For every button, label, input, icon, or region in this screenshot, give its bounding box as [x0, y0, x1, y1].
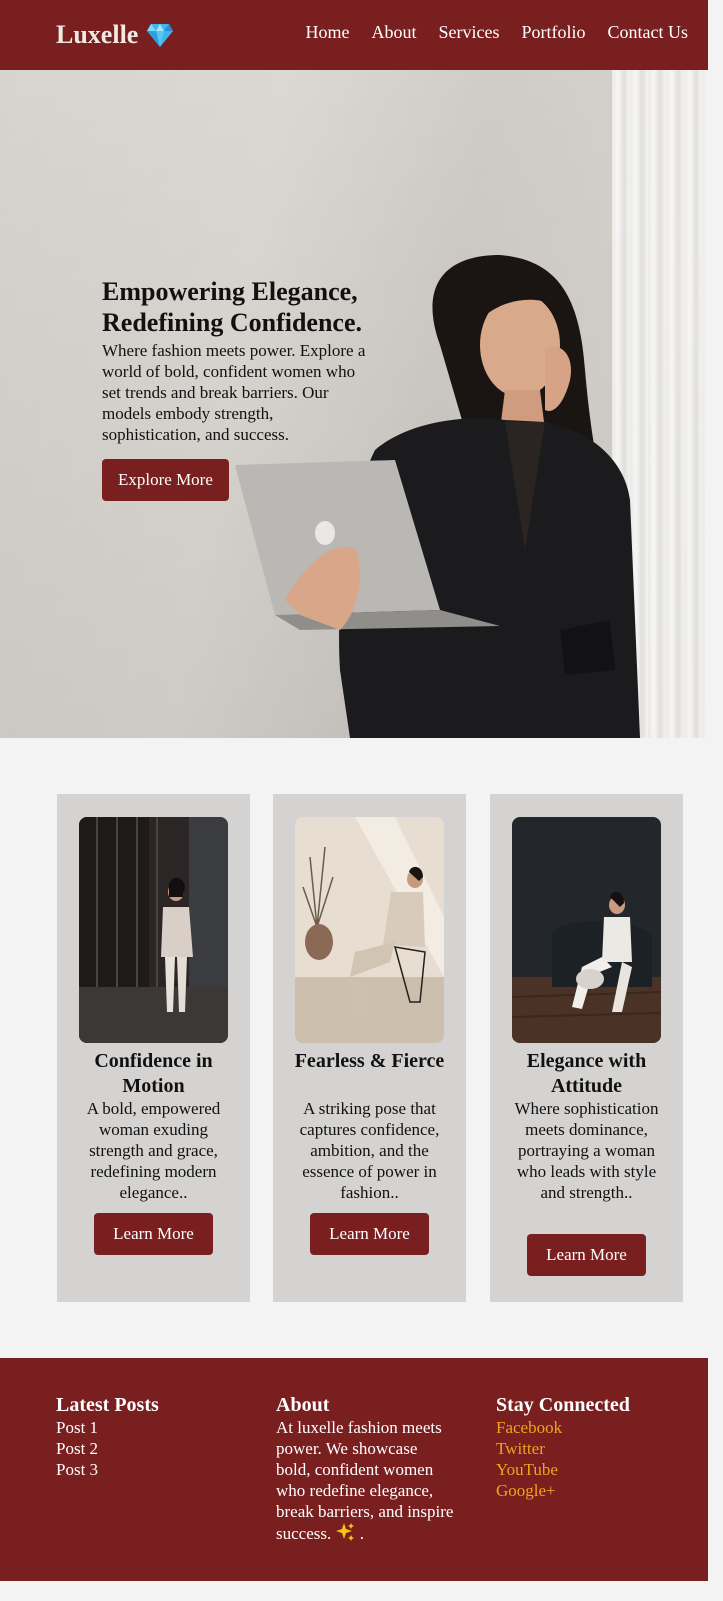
hero-text: Where fashion meets power. Explore a wor…	[102, 341, 366, 444]
youtube-link[interactable]: YouTube	[496, 1459, 630, 1480]
logo[interactable]: Luxelle	[56, 20, 174, 50]
about-text-block: At luxelle fashion meets power. We showc…	[276, 1417, 456, 1544]
sparkles-icon	[335, 1523, 359, 1543]
footer-stay-connected: Stay Connected Facebook Twitter YouTube …	[496, 1393, 630, 1501]
about-text: At luxelle fashion meets power. We showc…	[276, 1418, 454, 1543]
nav-contact[interactable]: Contact Us	[608, 22, 689, 43]
footer-about: About At luxelle fashion meets power. We…	[276, 1393, 456, 1544]
footer: Latest Posts Post 1 Post 2 Post 3 About …	[0, 1358, 708, 1581]
latest-posts-heading: Latest Posts	[56, 1394, 159, 1416]
nav-services[interactable]: Services	[439, 22, 500, 43]
gem-icon	[146, 22, 174, 48]
google-plus-link[interactable]: Google+	[496, 1480, 630, 1501]
card-description: A bold, empowered woman exuding strength…	[86, 1099, 221, 1202]
card-image	[79, 817, 228, 1043]
learn-more-button[interactable]: Learn More	[527, 1234, 646, 1276]
learn-more-button[interactable]: Learn More	[310, 1213, 429, 1255]
brand-name: Luxelle	[56, 20, 139, 49]
nav-menu: Home About Services Portfolio Contact Us	[306, 22, 689, 43]
facebook-link[interactable]: Facebook	[496, 1417, 630, 1438]
card-description: Where sophistication meets dominance, po…	[514, 1099, 659, 1202]
card-image	[512, 817, 661, 1043]
hero-content: Empowering Elegance, Redefining Confiden…	[102, 276, 372, 501]
hero-section: Empowering Elegance, Redefining Confiden…	[0, 70, 708, 738]
card-image	[295, 817, 444, 1043]
about-heading: About	[276, 1394, 330, 1416]
card-confidence-in-motion: Confidence in Motion A bold, empowered w…	[57, 794, 250, 1302]
post-link-1[interactable]: Post 1	[56, 1417, 159, 1438]
learn-more-button[interactable]: Learn More	[94, 1213, 213, 1255]
hero-title: Empowering Elegance, Redefining Confiden…	[102, 277, 362, 337]
nav-portfolio[interactable]: Portfolio	[521, 22, 585, 43]
card-elegance-with-attitude: Elegance with Attitude Where sophisticat…	[490, 794, 683, 1302]
card-fearless-and-fierce: Fearless & Fierce A striking pose that c…	[273, 794, 466, 1302]
stay-connected-heading: Stay Connected	[496, 1394, 630, 1416]
navbar: Luxelle Home About Services Portfolio Co…	[0, 0, 708, 70]
about-suffix: .	[359, 1524, 364, 1543]
card-title: Confidence in Motion	[94, 1050, 213, 1097]
nav-home[interactable]: Home	[306, 22, 350, 43]
post-link-2[interactable]: Post 2	[56, 1438, 159, 1459]
explore-more-button[interactable]: Explore More	[102, 459, 229, 501]
card-title: Fearless & Fierce	[294, 1050, 445, 1072]
card-description: A striking pose that captures confidence…	[299, 1099, 440, 1202]
twitter-link[interactable]: Twitter	[496, 1438, 630, 1459]
post-link-3[interactable]: Post 3	[56, 1459, 159, 1480]
card-title: Elegance with Attitude	[526, 1050, 647, 1097]
footer-latest-posts: Latest Posts Post 1 Post 2 Post 3	[56, 1393, 159, 1480]
nav-about[interactable]: About	[372, 22, 417, 43]
